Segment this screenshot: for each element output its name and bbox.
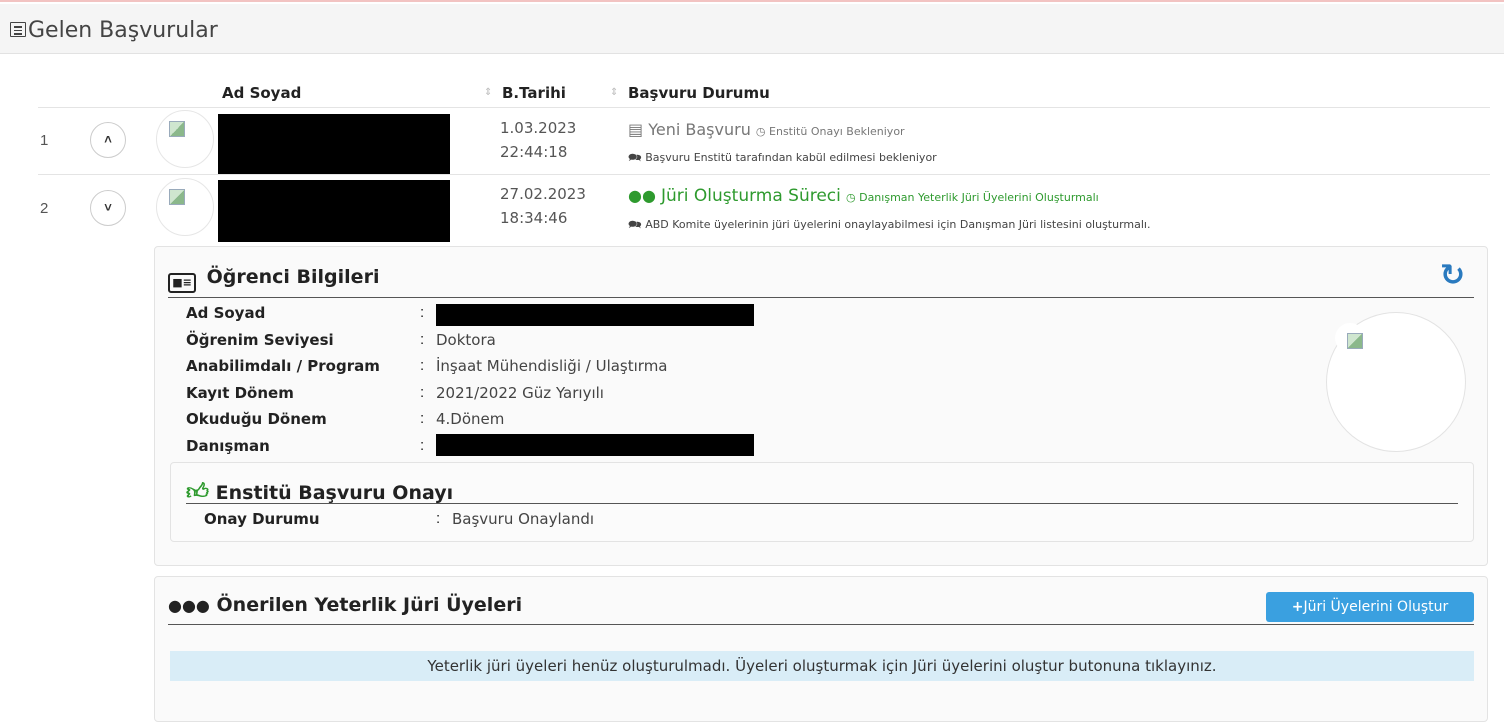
field-label: Kayıt Dönem: [186, 384, 294, 402]
redacted-value: [436, 434, 754, 456]
broken-image-icon: [169, 189, 185, 205]
row-number: 2: [40, 200, 49, 217]
avatar: [156, 178, 214, 236]
field-label: Ad Soyad: [186, 304, 266, 322]
header-name[interactable]: Ad Soyad: [222, 84, 301, 102]
users-icon: ●●: [628, 186, 656, 205]
jury-divider: [168, 624, 1474, 625]
title-divider: [168, 297, 1474, 298]
field-colon: :: [420, 331, 425, 348]
id-card-icon: ■≡: [168, 273, 196, 293]
sort-icon[interactable]: ⇕: [610, 87, 618, 98]
broken-image-icon: [1347, 333, 1363, 349]
avatar: [156, 110, 214, 168]
clock-icon: ◷: [755, 125, 766, 138]
header-status[interactable]: Başvuru Durumu: [628, 84, 770, 102]
status-detail: 🗪 ABD Komite üyelerinin jüri üyelerini o…: [628, 218, 1151, 231]
approval-title: 👍︎ Enstitü Başvuru Onayı: [186, 480, 454, 505]
panel-header: Gelen Başvurular: [0, 4, 1504, 54]
collapse-row-button[interactable]: ˄: [90, 122, 126, 158]
field-value: Doktora: [436, 331, 496, 349]
comments-icon: 🗪: [628, 151, 642, 164]
header-date[interactable]: B.Tarihi: [502, 84, 566, 102]
row-divider: [38, 174, 1490, 175]
chevron-down-icon: ˅: [104, 200, 112, 215]
application-date: 27.02.2023 18:34:46: [500, 185, 586, 227]
field-colon: :: [420, 437, 425, 454]
sort-icon[interactable]: ⇕: [484, 87, 492, 98]
student-info-title: ■≡ Öğrenci Bilgileri: [168, 266, 379, 293]
refresh-icon[interactable]: ↻: [1440, 258, 1465, 293]
clock-icon: ◷: [845, 191, 856, 204]
field-colon: :: [436, 510, 441, 527]
thumbs-up-icon: 👍︎: [186, 480, 209, 505]
field-label: Okuduğu Dönem: [186, 410, 327, 428]
create-jury-button[interactable]: +Jüri Üyelerini Oluştur: [1266, 592, 1474, 622]
jury-title: ●●● Önerilen Yeterlik Jüri Üyeleri: [168, 594, 523, 616]
redacted-name: [218, 114, 450, 174]
field-colon: :: [420, 410, 425, 427]
approval-value: Başvuru Onaylandı: [452, 510, 595, 528]
field-value: İnşaat Mühendisliği / Ulaştırma: [436, 357, 668, 375]
approval-label: Onay Durumu: [204, 510, 320, 528]
expand-row-button[interactable]: ˅: [90, 190, 126, 226]
field-label: Anabilimdalı / Program: [186, 357, 380, 375]
photo-placeholder: [1335, 323, 1365, 353]
users-icon: ●●●: [168, 596, 210, 615]
field-colon: :: [420, 357, 425, 374]
header-divider: [38, 107, 1490, 108]
redacted-name: [218, 180, 450, 242]
field-colon: :: [420, 304, 425, 321]
field-colon: :: [420, 384, 425, 401]
broken-image-icon: [169, 121, 185, 137]
status-jury: ●● Jüri Oluşturma Süreci ◷ Danışman Yete…: [628, 186, 1099, 206]
plus-icon: +: [1291, 599, 1304, 615]
panel-title: Gelen Başvurular: [28, 18, 218, 43]
row-number: 1: [40, 132, 49, 149]
field-value: 2021/2022 Güz Yarıyılı: [436, 384, 604, 402]
top-accent-line: [0, 0, 1504, 2]
jury-info-alert: Yeterlik jüri üyeleri henüz oluşturulmad…: [170, 651, 1474, 681]
application-date: 1.03.2023 22:44:18: [500, 119, 577, 161]
student-photo: [1326, 312, 1466, 452]
redacted-value: [436, 304, 754, 326]
list-icon: ▤: [628, 120, 644, 139]
status-new: ▤ Yeni Başvuru ◷ Enstitü Onayı Bekleniyo…: [628, 120, 905, 139]
approval-divider: [186, 503, 1458, 504]
field-label: Öğrenim Seviyesi: [186, 331, 334, 349]
status-detail: 🗪 Başvuru Enstitü tarafından kabül edilm…: [628, 151, 937, 164]
chevron-up-icon: ˄: [104, 132, 112, 147]
comments-icon: 🗪: [628, 218, 642, 231]
field-value: 4.Dönem: [436, 410, 505, 428]
list-icon: [10, 22, 26, 37]
field-label: Danışman: [186, 437, 270, 455]
